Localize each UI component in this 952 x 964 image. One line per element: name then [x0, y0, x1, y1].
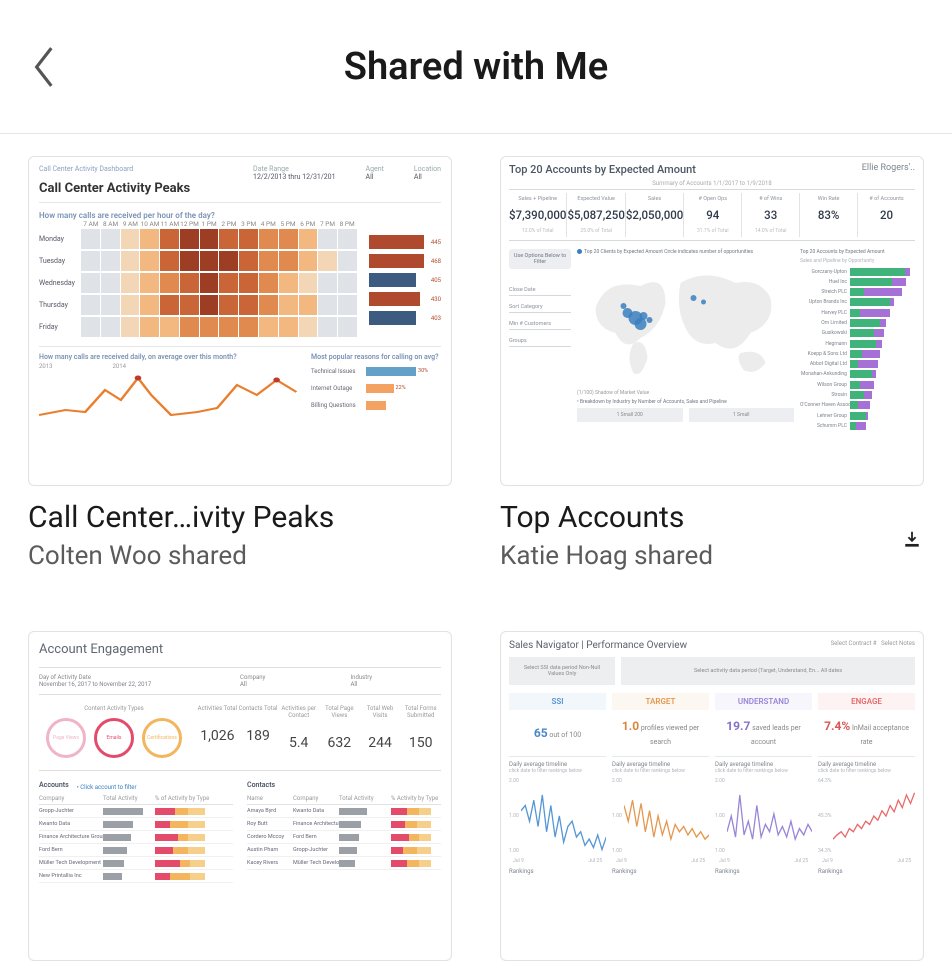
thumb-top-accounts: Top 20 Accounts by Expected Amount Ellie…: [501, 157, 923, 438]
card-title: Top Accounts: [500, 500, 892, 535]
back-button[interactable]: [20, 42, 70, 92]
dashboard-card: Account Engagement Day of Activity Date …: [28, 631, 452, 961]
card-title: Call Center…ivity Peaks: [28, 500, 452, 535]
dashboard-thumbnail[interactable]: Top 20 Accounts by Expected Amount Ellie…: [500, 156, 924, 486]
card-subtitle: Katie Hoag shared: [500, 541, 892, 571]
download-icon: [903, 530, 921, 548]
cards-grid: Call Center Activity Dashboard Call Cent…: [0, 134, 952, 961]
thumb-account-engagement: Account Engagement Day of Activity Date …: [29, 632, 451, 883]
dashboard-card: Top 20 Accounts by Expected Amount Ellie…: [500, 156, 924, 571]
dashboard-thumbnail[interactable]: Account Engagement Day of Activity Date …: [28, 631, 452, 961]
page-title: Shared with Me: [344, 45, 608, 89]
dashboard-card: Sales Navigator | Performance Overview S…: [500, 631, 924, 961]
chevron-left-icon: [32, 46, 58, 88]
card-subtitle: Colten Woo shared: [28, 541, 452, 571]
dashboard-thumbnail[interactable]: Call Center Activity Dashboard Call Cent…: [28, 156, 452, 486]
download-button[interactable]: [900, 527, 924, 551]
world-map-icon: [577, 258, 794, 388]
dashboard-thumbnail[interactable]: Sales Navigator | Performance Overview S…: [500, 631, 924, 961]
thumb-call-center: Call Center Activity Dashboard Call Cent…: [29, 157, 451, 428]
thumb-sales-navigator: Sales Navigator | Performance Overview S…: [501, 632, 923, 875]
dashboard-card: Call Center Activity Dashboard Call Cent…: [28, 156, 452, 571]
app-header: Shared with Me: [0, 0, 952, 134]
